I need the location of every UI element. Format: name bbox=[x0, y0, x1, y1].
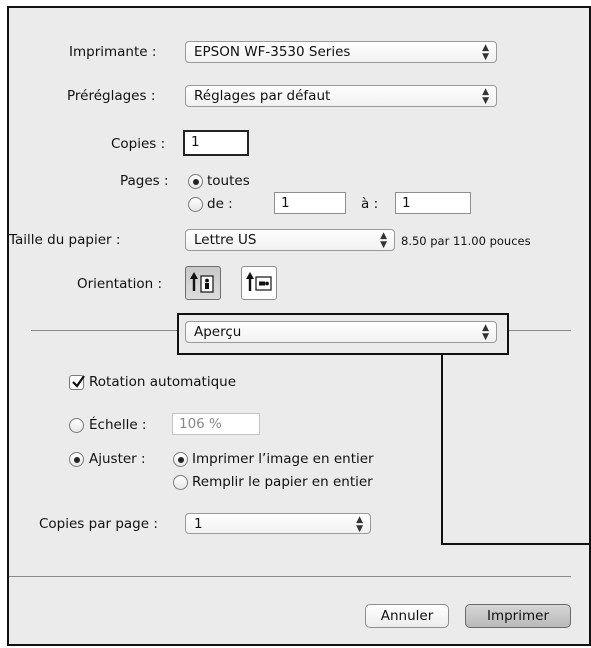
pages-from-field[interactable]: 1 bbox=[274, 192, 346, 214]
presets-label: Préréglages : bbox=[67, 88, 156, 104]
landscape-orientation-button[interactable] bbox=[241, 266, 277, 300]
paper-size-popup[interactable]: Lettre US ▲ ▼ bbox=[185, 229, 395, 251]
popup-arrows-icon: ▲ ▼ bbox=[356, 515, 363, 534]
copies-value: 1 bbox=[191, 134, 200, 150]
print-dialog: Imprimante : EPSON WF-3530 Series ▲ ▼ Pré… bbox=[7, 6, 591, 646]
copies-per-page-value: 1 bbox=[194, 516, 203, 532]
popup-arrows-icon: ▲ ▼ bbox=[482, 87, 489, 106]
section-divider-left bbox=[31, 330, 177, 331]
print-entire-label: Imprimer l’image en entier bbox=[192, 451, 374, 467]
pages-to-label: à : bbox=[361, 196, 379, 212]
auto-rotate-checkbox[interactable] bbox=[69, 375, 85, 390]
orientation-label: Orientation : bbox=[77, 276, 163, 292]
fit-radio[interactable] bbox=[69, 452, 84, 467]
scale-value: 106 % bbox=[179, 416, 222, 432]
copies-label: Copies : bbox=[111, 136, 166, 152]
checkmark-icon bbox=[72, 375, 85, 388]
section-divider-right bbox=[507, 330, 571, 331]
pages-all-label: toutes bbox=[207, 173, 250, 189]
scale-label: Échelle : bbox=[89, 417, 147, 433]
copies-per-page-popup[interactable]: 1 ▲ ▼ bbox=[185, 513, 371, 534]
fit-label: Ajuster : bbox=[89, 451, 146, 467]
presets-popup[interactable]: Réglages par défaut ▲ ▼ bbox=[185, 85, 497, 107]
paper-size-label: Taille du papier : bbox=[9, 232, 121, 248]
popup-arrows-icon: ▲ ▼ bbox=[482, 323, 489, 342]
popup-arrows-icon: ▲ ▼ bbox=[380, 231, 387, 250]
bottom-divider bbox=[9, 576, 571, 577]
copies-field[interactable]: 1 bbox=[183, 130, 249, 156]
portrait-orientation-button[interactable] bbox=[185, 266, 221, 300]
section-popup[interactable]: Aperçu ▲ ▼ bbox=[185, 321, 497, 343]
presets-value: Réglages par défaut bbox=[194, 88, 331, 104]
scale-field[interactable]: 106 % bbox=[172, 413, 260, 435]
pages-label: Pages : bbox=[120, 173, 169, 189]
printer-label: Imprimante : bbox=[69, 44, 157, 60]
callout-line-horizontal bbox=[441, 543, 591, 545]
popup-arrows-icon: ▲ ▼ bbox=[482, 43, 489, 62]
paper-size-value: Lettre US bbox=[194, 232, 257, 248]
callout-line-vertical bbox=[441, 355, 443, 545]
pages-all-radio[interactable] bbox=[188, 174, 203, 189]
print-entire-radio[interactable] bbox=[173, 452, 188, 467]
scale-radio[interactable] bbox=[69, 418, 84, 433]
printer-value: EPSON WF-3530 Series bbox=[194, 44, 351, 60]
pages-to-field[interactable]: 1 bbox=[395, 192, 471, 214]
portrait-icon bbox=[190, 272, 214, 293]
copies-per-page-label: Copies par page : bbox=[39, 516, 158, 532]
fill-paper-radio[interactable] bbox=[173, 475, 188, 490]
pages-to-value: 1 bbox=[402, 195, 411, 211]
pages-range-radio[interactable] bbox=[188, 197, 203, 212]
pages-from-label: de : bbox=[207, 196, 233, 212]
pages-from-value: 1 bbox=[281, 195, 290, 211]
cancel-button[interactable]: Annuler bbox=[365, 604, 449, 628]
print-button[interactable]: Imprimer bbox=[465, 604, 571, 628]
fill-paper-label: Remplir le papier en entier bbox=[192, 474, 373, 490]
auto-rotate-label: Rotation automatique bbox=[89, 374, 237, 390]
printer-popup[interactable]: EPSON WF-3530 Series ▲ ▼ bbox=[185, 41, 497, 63]
section-popup-value: Aperçu bbox=[194, 324, 242, 340]
paper-size-dimensions: 8.50 par 11.00 pouces bbox=[401, 234, 531, 248]
landscape-icon bbox=[246, 272, 272, 291]
